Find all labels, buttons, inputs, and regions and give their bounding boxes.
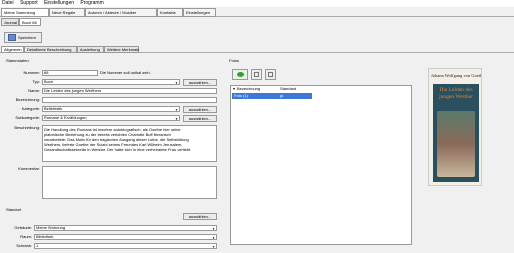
cover-title-line1: Die Leiden des — [439, 87, 473, 93]
schrank-value: 1 — [36, 243, 39, 248]
subkategorie-value: Romane & Erzählungen — [44, 115, 87, 120]
add-icon — [237, 72, 244, 77]
tab-einstellungen[interactable]: Einstellungen — [183, 8, 216, 17]
cover-painting — [437, 111, 475, 177]
nummer-field[interactable]: 68 — [42, 70, 98, 76]
typ-select[interactable]: Buch ▼ — [42, 79, 180, 85]
kategorie-value: Belletristik — [44, 106, 63, 111]
cover-author: Johann Wolfgang von Goethe — [431, 73, 482, 78]
tab-buch-68[interactable]: Buch 68 — [19, 18, 41, 26]
chevron-down-icon: ▼ — [212, 227, 215, 231]
raum-value: Bibliothek — [36, 234, 54, 239]
tab-kontakte[interactable]: Kontakte — [157, 8, 183, 17]
gebaeude-label: Gebäude: — [14, 225, 32, 230]
column-header-bezeichnung[interactable]: Bezeichnung — [237, 86, 260, 91]
typ-value: Buch — [44, 79, 54, 84]
schrank-select[interactable]: 1 ▼ — [34, 243, 217, 249]
tab-allgemein[interactable]: Allgemein — [1, 46, 24, 53]
name-field[interactable]: Die Leiden des jungen Werthers — [42, 88, 217, 94]
photo-standard: ja — [280, 93, 284, 98]
add-photo-button[interactable] — [232, 69, 248, 80]
kommentar-label: Kommentar: — [18, 166, 40, 171]
name-label: Name: — [28, 88, 40, 93]
delete-icon — [268, 72, 273, 77]
schrank-label: Schrank: — [16, 243, 32, 248]
tab-weitere-merkmale[interactable]: Weitere Merkmale — [104, 46, 139, 53]
toolbar: Speichern — [0, 26, 514, 45]
beschreibung-textarea[interactable]: Die Handlung des Romans ist insofern aut… — [42, 125, 217, 162]
nummer-label: Nummer: — [23, 70, 40, 75]
photo-name: Foto (1) — [234, 93, 249, 98]
fotos-title: Fotos — [229, 58, 240, 63]
tab-ausleihung[interactable]: Ausleihung — [77, 46, 104, 53]
table-row[interactable]: Foto (1) ja — [232, 93, 312, 99]
tab-meine-sammlung[interactable]: Meine Sammlung — [1, 8, 49, 17]
kommentar-textarea[interactable] — [42, 166, 217, 199]
menu-einstellungen[interactable]: Einstellungen — [44, 0, 74, 6]
stammdaten-title: Stammdaten — [6, 58, 29, 63]
chevron-down-icon: ▼ — [175, 108, 178, 112]
typ-select-button[interactable]: auswählen... — [183, 79, 217, 86]
cover-title-line2: jungen Werther — [439, 94, 473, 100]
menu-datei[interactable]: Datei — [2, 0, 14, 6]
save-button-label: Speichern — [18, 35, 37, 40]
raum-select[interactable]: Bibliothek ▼ — [34, 234, 217, 240]
sort-arrow-icon: ▾ — [233, 86, 236, 91]
cover-image: Johann Wolfgang von Goethe Die Leiden de… — [428, 68, 482, 186]
kategorie-select-button[interactable]: auswählen... — [183, 106, 217, 113]
bezeichnung-label: Bezeichnung: — [15, 97, 40, 102]
kategorie-select[interactable]: Belletristik ▼ — [42, 106, 180, 112]
subkategorie-select-button[interactable]: auswählen... — [183, 115, 217, 122]
chevron-down-icon: ▼ — [212, 236, 215, 240]
beschreibung-line: Gesandtschaftssekretär in Wetzlar. Der h… — [44, 147, 192, 152]
save-button[interactable]: Speichern — [4, 32, 42, 43]
menu-programm[interactable]: Programm — [80, 0, 103, 6]
gebaeude-select[interactable]: Meine Wohnung ▼ — [34, 225, 217, 231]
standort-select-button[interactable]: auswählen... — [183, 213, 217, 220]
chevron-down-icon: ▼ — [175, 117, 178, 121]
floppy-disk-icon — [8, 34, 16, 41]
document-tab-bar: Journal Buch 68 — [0, 17, 514, 26]
column-header-standard[interactable]: Standard — [280, 86, 296, 91]
delete-photo-button[interactable] — [265, 69, 276, 80]
chevron-down-icon: ▼ — [175, 81, 178, 85]
kategorie-label: Kategorie: — [21, 106, 40, 111]
menu-bar: Datei Support Einstellungen Programm — [0, 0, 514, 7]
bezeichnung-field[interactable] — [42, 97, 217, 103]
detail-tab-bar: Allgemein Detaillierte Beschreibung Ausl… — [0, 45, 514, 53]
tab-neue-regale[interactable]: Neue Regale — [49, 8, 85, 17]
beschreibung-label: Beschreibung: — [14, 125, 40, 130]
tab-autoren[interactable]: Autoren / Akteure / Musiker — [85, 8, 157, 17]
subkategorie-select[interactable]: Romane & Erzählungen ▼ — [42, 115, 180, 121]
open-photo-button[interactable] — [251, 69, 262, 80]
tab-journal[interactable]: Journal — [1, 18, 19, 26]
main-tab-bar: Meine Sammlung Neue Regale Autoren / Akt… — [0, 7, 514, 17]
gebaeude-value: Meine Wohnung — [36, 225, 66, 230]
subkategorie-label: Subkategorie: — [15, 115, 40, 120]
menu-support[interactable]: Support — [20, 0, 38, 6]
nummer-hint: Die Nummer soll unikal sein. — [100, 70, 151, 75]
photo-list[interactable]: ▾ Bezeichnung Standard Foto (1) ja — [230, 85, 412, 245]
raum-label: Raum: — [20, 234, 32, 239]
typ-label: Typ: — [32, 79, 40, 84]
folder-icon — [254, 72, 259, 77]
tab-detaillierte-beschreibung[interactable]: Detaillierte Beschreibung — [24, 46, 77, 53]
standort-title: Standort — [6, 207, 22, 212]
chevron-down-icon: ▼ — [212, 245, 215, 249]
